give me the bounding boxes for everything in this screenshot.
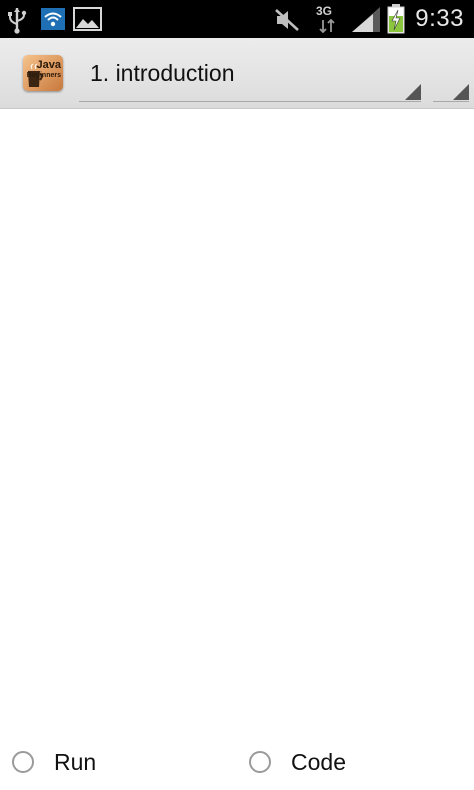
mode-radio-group: Run Code (0, 740, 474, 784)
chapter-spinner[interactable]: 1. introduction (79, 48, 421, 102)
radio-code-label: Code (291, 748, 346, 775)
radio-code-circle[interactable] (249, 751, 271, 773)
image-icon (73, 7, 102, 31)
signal-icon (352, 7, 380, 32)
radio-run[interactable]: Run (0, 740, 220, 784)
radio-code[interactable]: Code (237, 740, 457, 784)
app-logo-line2: Beginners (26, 72, 61, 79)
network-type-label: 3G (316, 4, 333, 18)
status-bar: 3G 9:33 (0, 0, 474, 38)
overflow-dropdown-icon (453, 84, 469, 100)
overflow-spinner[interactable] (433, 48, 469, 102)
battery-charging-icon (387, 4, 405, 34)
app-logo-icon[interactable]: Java Beginners (23, 55, 63, 91)
usb-icon (8, 8, 27, 34)
radio-run-circle[interactable] (12, 751, 34, 773)
chapter-spinner-label: 1. introduction (90, 60, 235, 86)
app-logo-text: Java Beginners (26, 59, 61, 80)
wifi-icon (41, 8, 65, 30)
spinner-dropdown-icon (405, 84, 421, 100)
data-3g-icon: 3G (316, 4, 338, 34)
clock: 9:33 (415, 5, 464, 32)
mute-icon (275, 9, 299, 31)
app-logo-line1: Java (36, 59, 61, 71)
content-area (0, 109, 474, 737)
action-bar: Java Beginners 1. introduction (0, 38, 474, 109)
radio-run-label: Run (54, 748, 97, 775)
